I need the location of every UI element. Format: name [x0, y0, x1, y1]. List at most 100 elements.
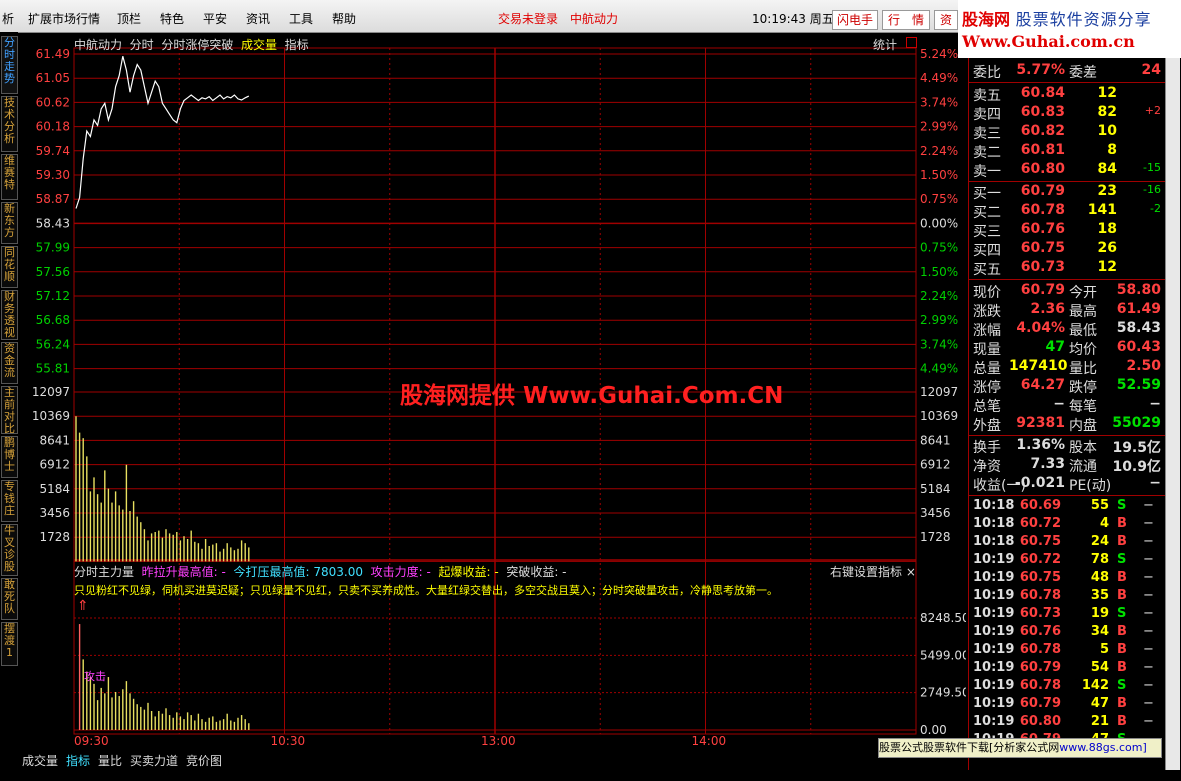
ask-label: 卖二 [973, 145, 1001, 161]
bid-volume: 141 [1087, 202, 1117, 218]
logo-slogan: 股票软件资源分享 [1015, 10, 1152, 29]
bid-row[interactable]: 买四 60.75 26 [969, 240, 1165, 259]
ask-row[interactable]: 卖二 60.81 8 [969, 142, 1165, 161]
tick-dash: − [1143, 714, 1154, 729]
menu-item-tools[interactable]: 工具 [289, 10, 313, 27]
tick-volume: 35 [1090, 588, 1109, 603]
left-tab-4[interactable]: 同花顺 [1, 246, 18, 288]
volume-tick-label: 10369 [32, 409, 70, 423]
pct-tick-label: 0.00% [920, 216, 958, 230]
chart-indicator-toggle[interactable]: 指标 [285, 38, 309, 52]
volume-tick-label-right: 1728 [920, 530, 951, 544]
bid-row[interactable]: 买一 60.79 23 -16 [969, 183, 1165, 202]
left-tab-6[interactable]: 资金流 [1, 342, 18, 384]
stat-value: 47 [1045, 339, 1065, 355]
left-tab-5[interactable]: 财务透视 [1, 290, 18, 340]
ask-volume: 10 [1097, 123, 1117, 139]
stat-value: 60.79 [1020, 282, 1065, 298]
chart-stock-name: 中航动力 [74, 38, 123, 52]
menu-item-news[interactable]: 资讯 [246, 10, 270, 27]
stat-value: 2.50 [1126, 358, 1161, 374]
tick-price: 60.78 [1019, 588, 1061, 603]
tab-buy-sell-force[interactable]: 买卖力道 [130, 752, 178, 769]
indicator-val4: 起爆收益: - [438, 565, 499, 579]
time-tick-label: 09:30 [74, 734, 109, 748]
stat-row: 现价 60.79 今开 58.80 [969, 282, 1165, 301]
stat-row: 现量 47 均价 60.43 [969, 339, 1165, 358]
ask-row[interactable]: 卖五 60.84 12 [969, 85, 1165, 104]
left-tab-12[interactable]: 摆渡1 [1, 622, 18, 666]
left-tab-3[interactable]: 新东方 [1, 202, 18, 244]
volume-tick-label: 12097 [32, 385, 70, 399]
left-tab-1[interactable]: 技术分析 [1, 96, 18, 152]
intraday-chart[interactable]: 61.49 61.05 60.62 60.18 59.74 59.30 58.87 58.43… [18, 32, 966, 750]
up-arrow-icon: ⇑ [77, 598, 89, 614]
tab-volume-ratio[interactable]: 量比 [98, 752, 122, 769]
tick-time: 10:18 [973, 516, 1015, 531]
tick-volume: 142 [1081, 678, 1109, 693]
maximize-icon[interactable] [906, 37, 917, 48]
stat-label: 内盘 [1069, 418, 1097, 434]
tick-side: S [1117, 678, 1127, 693]
stat-value: 55029 [1112, 415, 1161, 431]
menu-item-topbar[interactable]: 顶栏 [117, 10, 141, 27]
time-tick-label: 13:00 [481, 734, 516, 748]
tick-volume: 24 [1090, 534, 1109, 549]
flash-trade-button[interactable]: 闪电手 [832, 10, 878, 30]
left-tab-11[interactable]: 敢死队 [1, 578, 18, 620]
bid-label: 买三 [973, 224, 1001, 240]
stat-value: − [1149, 396, 1161, 412]
footer-text: 股票公式股票软件下载[分析家公式网 [879, 741, 1060, 754]
bid-label: 买一 [973, 186, 1001, 202]
indicator-settings-button[interactable]: 右键设置指标 × [830, 563, 916, 580]
ask-change: -15 [1143, 161, 1161, 174]
stat-row: 涨停 64.27 跌停 52.59 [969, 377, 1165, 396]
info-button[interactable]: 资 [934, 10, 958, 30]
chart-mode-intraday[interactable]: 分时 [130, 38, 154, 52]
pct-tick-label: 4.49% [920, 71, 958, 85]
left-tab-9[interactable]: 专钱庄 [1, 480, 18, 522]
left-tab-7[interactable]: 主前对比 [1, 386, 18, 435]
left-tab-8[interactable]: 鹏博士 [1, 436, 18, 478]
left-tab-0[interactable]: 分时走势 [1, 36, 18, 94]
bid-row[interactable]: 买二 60.78 141 -2 [969, 202, 1165, 221]
quote-button[interactable]: 行 情 [882, 10, 930, 30]
weicha-label: 委差 [1069, 65, 1097, 81]
time-tick-label: 10:30 [271, 734, 306, 748]
bid-row[interactable]: 买五 60.73 12 [969, 259, 1165, 278]
left-tab-10[interactable]: 牛叉诊股 [1, 524, 18, 576]
menu-item-pingan[interactable]: 平安 [203, 10, 227, 27]
volume-tick-label-right: 5184 [920, 482, 951, 496]
ask-label: 卖五 [973, 88, 1001, 104]
ask-row[interactable]: 卖一 60.80 84 -15 [969, 161, 1165, 180]
scrollbar[interactable] [1165, 58, 1180, 770]
chart-indicator-name[interactable]: 分时涨停突破 [161, 38, 233, 52]
pct-tick-label: 1.50% [920, 265, 958, 279]
tick-row: 10:19 60.78 35 B − [969, 588, 1165, 606]
tab-volume[interactable]: 成交量 [22, 752, 58, 769]
footer-url[interactable]: www.88gs.com] [1059, 741, 1146, 754]
ask-row[interactable]: 卖三 60.82 10 [969, 123, 1165, 142]
footer-banner[interactable]: 股票公式股票软件下载[分析家公式网www.88gs.com] [878, 738, 1162, 758]
tab-indicator[interactable]: 指标 [66, 752, 90, 769]
price-tick-label: 60.62 [36, 95, 70, 109]
stat-row: 涨跌 2.36 最高 61.49 [969, 301, 1165, 320]
tab-auction-chart[interactable]: 竞价图 [186, 752, 222, 769]
tick-dash: − [1143, 678, 1154, 693]
indicator-val5: 突破收益: - [506, 565, 567, 579]
menu-item-analysis[interactable]: 析 [2, 10, 14, 27]
menu-item-help[interactable]: 帮助 [332, 10, 356, 27]
left-tab-2[interactable]: 维赛特 [1, 154, 18, 200]
tick-dash: − [1143, 534, 1154, 549]
ask-row[interactable]: 卖四 60.83 82 +2 [969, 104, 1165, 123]
price-tick-label: 56.24 [36, 337, 70, 351]
pct-tick-label: 2.99% [920, 120, 958, 134]
stat-button[interactable]: 统计 [873, 36, 897, 53]
bid-row[interactable]: 买三 60.76 18 [969, 221, 1165, 240]
bid-price: 60.78 [1020, 202, 1065, 218]
menu-item-extended-market[interactable]: 扩展市场行情 [28, 10, 100, 27]
tick-time: 10:19 [973, 714, 1015, 729]
chart-volume-toggle[interactable]: 成交量 [241, 38, 277, 52]
login-status[interactable]: 交易未登录 [498, 10, 558, 27]
menu-item-features[interactable]: 特色 [160, 10, 184, 27]
